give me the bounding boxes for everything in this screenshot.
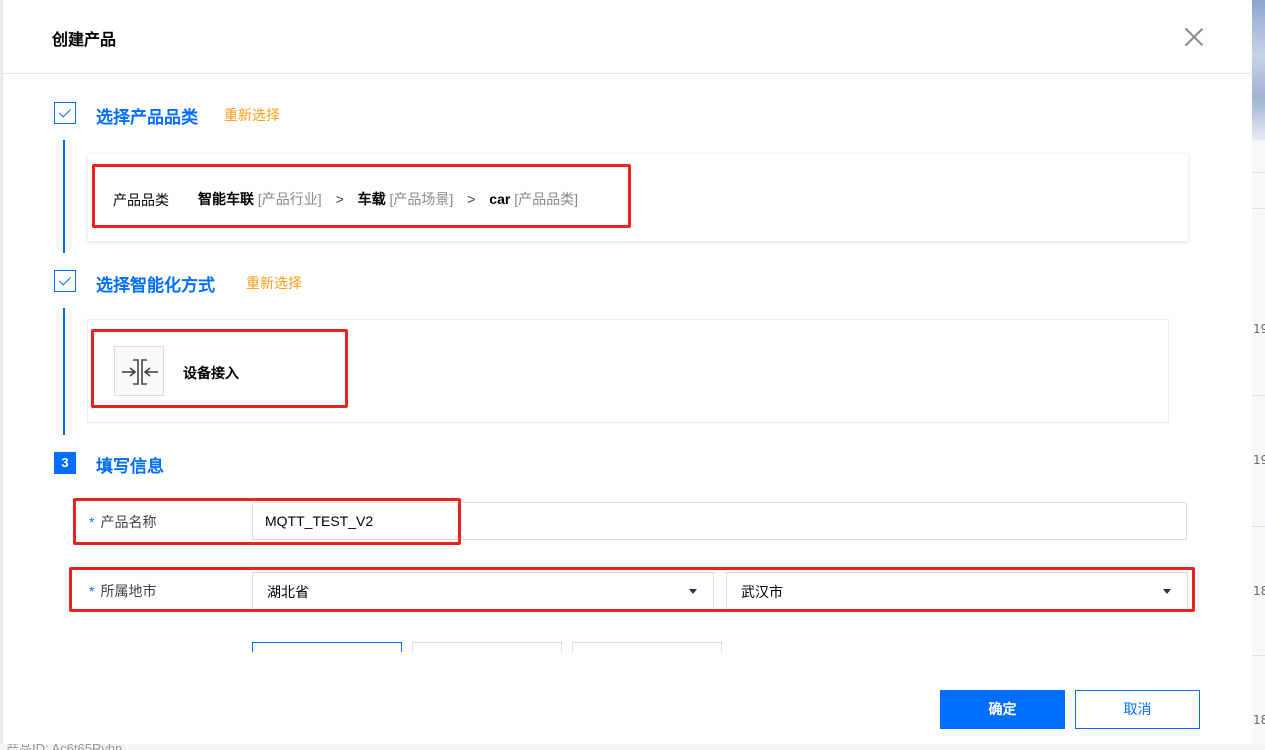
step-1-reselect-link[interactable]: 重新选择	[224, 105, 280, 125]
device-access-label: 设备接入	[183, 365, 239, 381]
category-label: 产品品类	[113, 192, 169, 208]
province-select[interactable]: 湖北省	[252, 572, 714, 610]
required-mark: *	[89, 514, 95, 530]
category-scene: 车载	[357, 191, 386, 207]
province-value: 湖北省	[267, 584, 309, 600]
category-path: 智能车联 [产品行业] > 车载 [产品场景] > car [产品品类]	[198, 189, 578, 209]
confirm-button[interactable]: 确定	[940, 690, 1065, 729]
step-1-title: 选择产品品类	[96, 108, 198, 127]
dialog-header: 创建产品	[3, 0, 1253, 74]
option-tile-3[interactable]	[572, 642, 722, 652]
background-page-bottom	[0, 744, 1265, 750]
category-separator: >	[467, 191, 476, 207]
step-1-check-icon	[54, 102, 76, 124]
background-number: 19	[1253, 322, 1265, 336]
step-1-connector	[63, 140, 65, 253]
category-car-tag: [产品品类]	[514, 191, 578, 207]
chevron-down-icon	[1163, 589, 1171, 594]
step-2-connector	[63, 308, 65, 435]
category-separator: >	[335, 191, 344, 207]
option-tile-2[interactable]	[412, 642, 562, 652]
dialog-title: 创建产品	[52, 32, 117, 49]
category-car: car	[489, 191, 511, 207]
region-label-text: 所属地市	[100, 583, 157, 599]
cancel-button[interactable]: 取消	[1075, 690, 1200, 729]
category-industry-tag: [产品行业]	[257, 191, 322, 207]
background-number: 19	[1253, 453, 1265, 467]
step-2-title: 选择智能化方式	[96, 276, 215, 295]
step-2-reselect-link[interactable]: 重新选择	[246, 273, 302, 293]
product-name-input[interactable]	[252, 502, 1187, 540]
city-select[interactable]: 武汉市	[726, 572, 1188, 610]
background-number: 18	[1253, 713, 1265, 727]
step-2-check-icon	[54, 270, 76, 292]
step-3-number: 3	[54, 452, 76, 474]
screen: 19 19 18 18 产品ID: Ac6t65Rvhn 创建产品 选择产品品类…	[0, 0, 1265, 750]
device-connect-icon	[114, 346, 164, 396]
category-scene-tag: [产品场景]	[389, 191, 454, 207]
background-banner	[1252, 0, 1265, 140]
background-number: 18	[1253, 584, 1265, 598]
option-tile-1[interactable]	[252, 642, 402, 652]
product-name-label-text: 产品名称	[100, 514, 157, 530]
chevron-down-icon	[689, 589, 697, 594]
access-method-card	[88, 320, 1168, 422]
product-name-label: * 产品名称	[89, 512, 156, 532]
step-3-title: 填写信息	[96, 457, 164, 476]
city-value: 武汉市	[741, 584, 783, 600]
close-icon[interactable]	[1183, 26, 1205, 48]
category-industry: 智能车联	[198, 191, 254, 207]
required-mark: *	[89, 583, 95, 599]
region-label: * 所属地市	[89, 581, 156, 601]
